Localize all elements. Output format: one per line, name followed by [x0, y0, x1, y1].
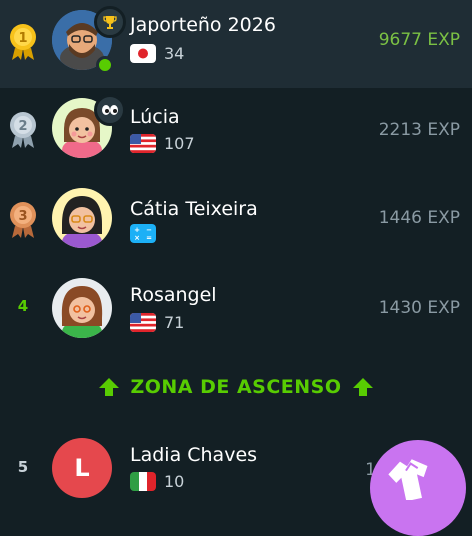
- flag-japan-icon: [130, 44, 156, 63]
- svg-text:×: ×: [134, 234, 140, 242]
- xp-value: 9677 EXP: [378, 30, 460, 50]
- leaderboard-row-3[interactable]: 3 Cátia Teixeira + − × = 1446 EXP: [0, 176, 472, 264]
- svg-text:+: +: [134, 226, 140, 234]
- user-meta: 71: [130, 313, 184, 332]
- user-score: 34: [164, 44, 185, 63]
- flag-italy-icon: [130, 472, 156, 491]
- leaderboard-row-4[interactable]: 4 Rosangel 71 1430 EXP: [0, 264, 472, 354]
- jersey-action-button[interactable]: [370, 440, 466, 536]
- user-name[interactable]: Lúcia: [130, 106, 180, 128]
- rank-number: 5: [17, 458, 29, 476]
- leaderboard-row-1[interactable]: 1 Japorteño 2026 34 9677 EXP: [0, 0, 472, 88]
- user-name[interactable]: Rosangel: [130, 284, 217, 306]
- calculator-icon: + − × =: [130, 224, 156, 243]
- avatar[interactable]: [52, 278, 112, 338]
- xp-value: 1446 EXP: [378, 208, 460, 228]
- flag-usa-icon: [130, 134, 156, 153]
- user-meta: + − × =: [130, 224, 156, 243]
- jersey-icon: [388, 459, 428, 500]
- user-meta: 10: [130, 472, 184, 491]
- user-score: 107: [164, 134, 195, 153]
- medal-gold-icon: 1: [10, 24, 36, 60]
- xp-value: 2213 EXP: [378, 120, 460, 140]
- user-meta: 107: [130, 134, 195, 153]
- leaderboard-row-2[interactable]: 2 Lúcia 107 2213 EXP: [0, 88, 472, 176]
- rank-number: 2: [18, 119, 27, 134]
- user-name[interactable]: Japorteño 2026: [130, 14, 276, 36]
- rank-number: 3: [18, 209, 27, 224]
- arrow-up-icon: [99, 378, 120, 396]
- rank-number: 4: [17, 297, 29, 315]
- user-meta: 34: [130, 44, 184, 63]
- avatar[interactable]: L: [52, 438, 112, 498]
- avatar[interactable]: [52, 188, 112, 248]
- svg-text:−: −: [146, 226, 152, 234]
- promotion-zone-label: ZONA DE ASCENSO: [130, 376, 342, 398]
- rank-number: 1: [18, 31, 27, 46]
- trophy-icon: [94, 6, 126, 38]
- online-indicator: [96, 56, 114, 74]
- flag-usa-icon: [130, 313, 156, 332]
- xp-value: 1430 EXP: [378, 298, 460, 318]
- medal-silver-icon: 2: [10, 112, 36, 148]
- avatar-initial: L: [74, 454, 90, 482]
- promotion-zone-divider: ZONA DE ASCENSO: [0, 370, 472, 404]
- eyes-icon: [94, 94, 126, 126]
- svg-text:=: =: [146, 234, 152, 242]
- user-score: 71: [164, 313, 185, 332]
- user-name[interactable]: Cátia Teixeira: [130, 198, 258, 220]
- user-score: 10: [164, 472, 185, 491]
- medal-bronze-icon: 3: [10, 202, 36, 238]
- arrow-up-icon: [352, 378, 373, 396]
- user-name[interactable]: Ladia Chaves: [130, 444, 257, 466]
